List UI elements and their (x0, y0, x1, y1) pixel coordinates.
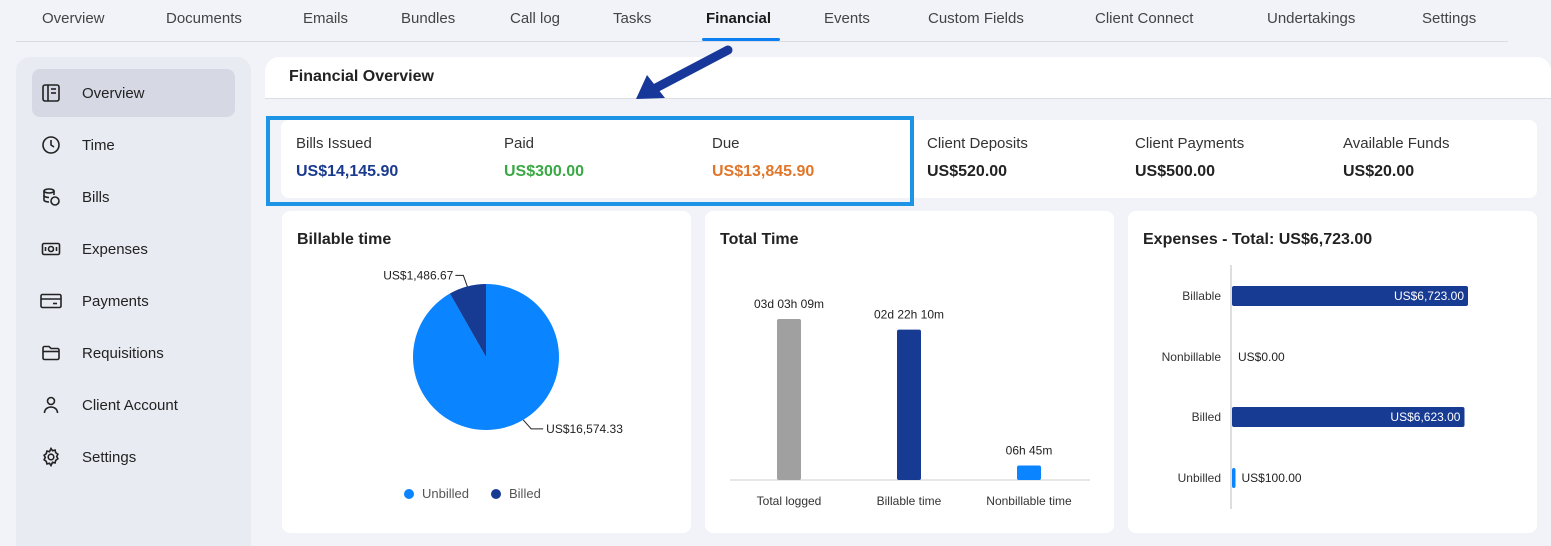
coins-icon (40, 186, 62, 208)
pie-data-label-unbilled: US$16,574.33 (546, 422, 623, 436)
annotation-arrow-icon (636, 45, 733, 99)
sidebar-item-requisitions[interactable]: Requisitions (32, 329, 235, 377)
bar-data-label: 03d 03h 09m (754, 297, 824, 311)
bar-data-label: US$6,723.00 (1394, 289, 1464, 303)
sidebar-item-label: Bills (82, 188, 110, 206)
pie-leader-line (455, 274, 468, 287)
sidebar-item-label: Client Account (82, 396, 178, 414)
tab-undertakings[interactable]: Undertakings (1267, 10, 1355, 27)
tab-bundles[interactable]: Bundles (401, 10, 455, 27)
y-tick-label: Unbilled (1178, 471, 1221, 485)
stat-label-client-payments: Client Payments (1135, 135, 1245, 152)
bar-billable-time[interactable] (897, 329, 921, 480)
sidebar-item-time[interactable]: Time (32, 121, 235, 169)
stat-value-client-payments: US$500.00 (1135, 163, 1216, 180)
sidebar-item-settings[interactable]: Settings (32, 433, 235, 481)
y-tick-label: Billed (1192, 410, 1221, 424)
gear-icon (40, 446, 62, 468)
tab-client-connect[interactable]: Client Connect (1095, 10, 1193, 27)
bar-nonbillable-time[interactable] (1017, 465, 1041, 480)
bar-chart: 03d 03h 09m Total logged 02d 22h 10m Billab… (730, 297, 1090, 508)
tab-settings[interactable]: Settings (1422, 10, 1476, 27)
bar-data-label: 02d 22h 10m (874, 308, 944, 322)
bar-data-label: US$6,623.00 (1390, 410, 1460, 424)
tab-emails[interactable]: Emails (303, 10, 348, 27)
book-icon (40, 82, 62, 104)
x-tick-label: Billable time (877, 494, 942, 508)
stat-value-client-deposits: US$520.00 (927, 163, 1008, 180)
sidebar-item-label: Settings (82, 448, 137, 466)
total-time-card: Total Time 03d 03h 09m Total logged 02d 22… (705, 211, 1114, 533)
sidebar-item-expenses[interactable]: Expenses (32, 225, 235, 273)
main-header: Financial Overview (265, 57, 1551, 99)
tab-events[interactable]: Events (824, 10, 870, 27)
tab-financial[interactable]: Financial (706, 10, 771, 27)
legend-label-billed[interactable]: Billed (509, 486, 541, 501)
sidebar-item-label: Overview (82, 84, 145, 102)
bar-data-label: 06h 45m (1006, 444, 1053, 458)
sidebar-item-payments[interactable]: Payments (32, 277, 235, 325)
folder-icon (40, 342, 62, 364)
sidebar: Overview Time Bills Expenses Payments Re… (16, 57, 251, 546)
bar-unbilled[interactable] (1232, 468, 1236, 488)
pie-chart: US$1,486.67 US$16,574.33 Unbilled Billed (383, 268, 623, 501)
x-tick-label: Nonbillable time (986, 494, 1072, 508)
tab-call-log[interactable]: Call log (510, 10, 560, 27)
sidebar-item-bills[interactable]: Bills (32, 173, 235, 221)
y-tick-label: Nonbillable (1162, 350, 1222, 364)
tab-overview[interactable]: Overview (42, 10, 105, 27)
banknote-icon (40, 238, 62, 260)
billable-time-card: Billable time US$1,486.67 US$16,574.33 Un… (282, 211, 691, 533)
pie-data-label-billed: US$1,486.67 (383, 268, 453, 282)
pie-leader-line (522, 419, 544, 430)
tab-custom-fields[interactable]: Custom Fields (928, 10, 1024, 27)
highlight-box (266, 116, 914, 206)
user-icon (40, 394, 62, 416)
page-title: Financial Overview (289, 68, 434, 85)
bar-total-logged[interactable] (777, 319, 801, 480)
stat-label-available-funds: Available Funds (1343, 135, 1450, 152)
stat-value-available-funds: US$20.00 (1343, 163, 1415, 180)
legend-marker (491, 489, 501, 499)
legend-marker (404, 489, 414, 499)
x-tick-label: Total logged (757, 494, 822, 508)
legend-label-unbilled[interactable]: Unbilled (422, 486, 469, 501)
bar-data-label: US$100.00 (1242, 471, 1302, 485)
sidebar-item-label: Expenses (82, 240, 148, 258)
credit-card-icon (40, 290, 62, 312)
sidebar-item-client-account[interactable]: Client Account (32, 381, 235, 429)
expenses-card: Expenses - Total: US$6,723.00 Billable US… (1128, 211, 1537, 533)
tab-tasks[interactable]: Tasks (613, 10, 651, 27)
tab-documents[interactable]: Documents (166, 10, 242, 27)
y-tick-label: Billable (1182, 289, 1221, 303)
top-tab-bar: Overview Documents Emails Bundles Call l… (16, 0, 1508, 42)
stat-label-client-deposits: Client Deposits (927, 135, 1028, 152)
sidebar-item-label: Requisitions (82, 344, 164, 362)
clock-icon (40, 134, 62, 156)
bar-data-label: US$0.00 (1238, 350, 1285, 364)
sidebar-item-label: Time (82, 136, 115, 154)
horizontal-bar-chart: Billable US$6,723.00 Nonbillable US$0.00 Bil… (1162, 265, 1468, 509)
sidebar-item-overview[interactable]: Overview (32, 69, 235, 117)
sidebar-item-label: Payments (82, 292, 149, 310)
